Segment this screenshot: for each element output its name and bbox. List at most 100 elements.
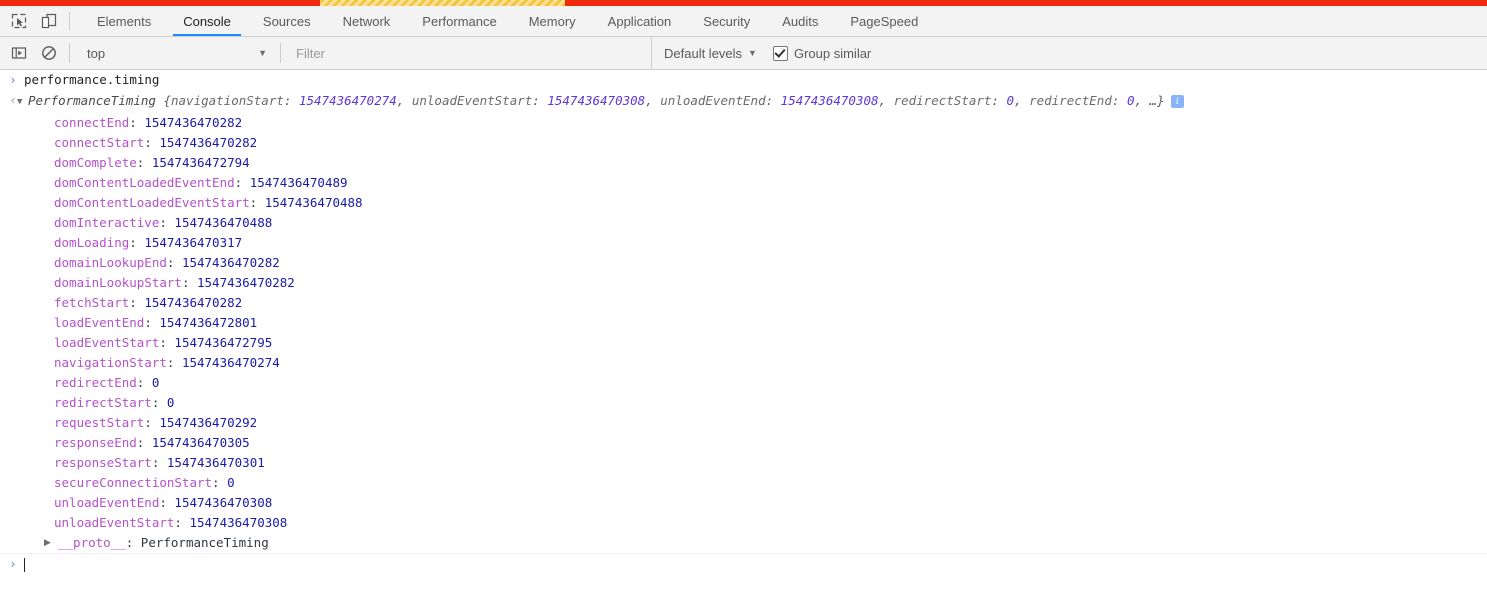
property-value: 1547436470488	[264, 195, 363, 210]
group-similar-toggle[interactable]: Group similar	[772, 37, 871, 69]
console-command-text: performance.timing	[24, 72, 160, 87]
object-property-row[interactable]: secureConnectionStart: 0	[0, 473, 1487, 493]
object-property-row[interactable]: redirectEnd: 0	[0, 373, 1487, 393]
object-property-row[interactable]: loadEventEnd: 1547436472801	[0, 313, 1487, 333]
property-value: 1547436470274	[181, 355, 280, 370]
property-separator: :	[129, 115, 145, 130]
object-class-name: PerformanceTiming	[28, 93, 156, 108]
property-name: connectStart	[54, 135, 145, 150]
object-property-row[interactable]: connectStart: 1547436470282	[0, 133, 1487, 153]
preview-property-name: unloadEventStart	[411, 93, 533, 108]
property-name: domInteractive	[54, 215, 160, 230]
object-property-row[interactable]: domainLookupEnd: 1547436470282	[0, 253, 1487, 273]
devtools-tabbar: Elements Console Sources Network Performance…	[0, 6, 1487, 37]
object-property-row[interactable]: domInteractive: 1547436470488	[0, 213, 1487, 233]
property-name: domainLookupEnd	[54, 255, 167, 270]
info-icon[interactable]: i	[1170, 95, 1184, 108]
console-input-row[interactable]: ›	[0, 553, 1487, 578]
property-name: responseStart	[54, 455, 152, 470]
property-value: 1547436470292	[159, 415, 258, 430]
property-separator: :	[159, 215, 175, 230]
tab-pagespeed[interactable]: PageSpeed	[834, 6, 934, 36]
tab-sources[interactable]: Sources	[247, 6, 327, 36]
new-input-prompt-icon: ›	[10, 557, 16, 571]
object-property-row[interactable]: fetchStart: 1547436470282	[0, 293, 1487, 313]
panel-tab-list: Elements Console Sources Network Performance…	[81, 6, 934, 36]
property-name: domContentLoadedEventStart	[54, 195, 250, 210]
object-property-row[interactable]: requestStart: 1547436470292	[0, 413, 1487, 433]
object-property-row[interactable]: redirectStart: 0	[0, 393, 1487, 413]
tab-console[interactable]: Console	[167, 6, 247, 36]
property-separator: :	[159, 335, 175, 350]
object-property-row[interactable]: connectEnd: 1547436470282	[0, 113, 1487, 133]
execution-context-selector[interactable]: top ▼	[75, 37, 275, 69]
property-name: domContentLoadedEventEnd	[54, 175, 235, 190]
expand-proto-triangle-icon[interactable]: ▶	[44, 533, 51, 553]
property-name: domLoading	[54, 235, 130, 250]
property-name: connectEnd	[54, 115, 130, 130]
property-name: domainLookupStart	[54, 275, 182, 290]
preview-property-value: 1547436470308	[547, 93, 646, 108]
property-separator: :	[174, 515, 190, 530]
property-separator: :	[212, 475, 228, 490]
object-preview: {navigationStart: 1547436470274, unloadE…	[163, 93, 1165, 108]
tab-network[interactable]: Network	[327, 6, 407, 36]
tab-audits[interactable]: Audits	[766, 6, 834, 36]
object-property-row[interactable]: domLoading: 1547436470317	[0, 233, 1487, 253]
property-name: redirectEnd	[54, 375, 137, 390]
preview-property-value: 1547436470308	[780, 93, 879, 108]
console-command-row: › performance.timing	[0, 70, 1487, 90]
object-property-row[interactable]: responseStart: 1547436470301	[0, 453, 1487, 473]
device-toolbar-icon[interactable]	[34, 6, 64, 36]
property-value: 1547436472794	[151, 155, 250, 170]
preview-property-name: navigationStart	[171, 93, 284, 108]
tab-label: Memory	[528, 13, 576, 29]
tab-memory[interactable]: Memory	[513, 6, 592, 36]
console-sidebar-toggle-icon[interactable]	[4, 37, 34, 69]
chevron-down-icon: ▼	[748, 47, 757, 58]
object-property-row[interactable]: navigationStart: 1547436470274	[0, 353, 1487, 373]
object-property-row[interactable]: domContentLoadedEventStart: 154743647048…	[0, 193, 1487, 213]
clear-console-icon[interactable]	[34, 37, 64, 69]
property-name: unloadEventEnd	[54, 495, 160, 510]
preview-property-value: 1547436470274	[298, 93, 397, 108]
property-name: loadEventStart	[54, 335, 160, 350]
property-separator: :	[129, 295, 145, 310]
object-property-row[interactable]: domContentLoadedEventEnd: 1547436470489	[0, 173, 1487, 193]
property-separator: :	[144, 415, 160, 430]
property-separator: :	[136, 375, 152, 390]
tab-elements[interactable]: Elements	[81, 6, 167, 36]
tab-label: Performance	[422, 13, 497, 29]
tab-security[interactable]: Security	[687, 6, 766, 36]
log-level-selector[interactable]: Default levels ▼	[664, 37, 757, 69]
property-value: 1547436470301	[166, 455, 265, 470]
property-value: 1547436470282	[159, 135, 258, 150]
object-property-row[interactable]: unloadEventStart: 1547436470308	[0, 513, 1487, 533]
property-value: 1547436470305	[151, 435, 250, 450]
filterbar-divider-2	[280, 43, 281, 63]
object-property-row[interactable]: domainLookupStart: 1547436470282	[0, 273, 1487, 293]
object-property-row[interactable]: loadEventStart: 1547436472795	[0, 333, 1487, 353]
console-output[interactable]: › performance.timing ‹ ▼ PerformanceTimin…	[0, 70, 1487, 598]
property-value: 1547436472795	[174, 335, 273, 350]
object-property-row[interactable]: domComplete: 1547436472794	[0, 153, 1487, 173]
property-value: 0	[227, 475, 235, 490]
proto-row[interactable]: ▶ __proto__: PerformanceTiming	[0, 533, 1487, 553]
inspect-element-icon[interactable]	[4, 6, 34, 36]
object-property-row[interactable]: responseEnd: 1547436470305	[0, 433, 1487, 453]
property-separator: :	[234, 175, 250, 190]
tab-performance[interactable]: Performance	[406, 6, 512, 36]
filter-input[interactable]: Filter	[286, 37, 652, 69]
object-property-row[interactable]: unloadEventEnd: 1547436470308	[0, 493, 1487, 513]
tab-label: Security	[703, 13, 751, 29]
property-value: 0	[151, 375, 160, 390]
tab-application[interactable]: Application	[592, 6, 688, 36]
property-separator: :	[136, 155, 152, 170]
toolbar-divider	[69, 12, 70, 30]
group-similar-checkbox[interactable]	[772, 45, 788, 61]
property-separator: :	[151, 395, 167, 410]
property-value: 1547436470489	[249, 175, 348, 190]
filterbar-divider-1	[69, 43, 70, 63]
property-separator: :	[136, 435, 152, 450]
preview-property-name: redirectEnd	[1029, 93, 1112, 108]
